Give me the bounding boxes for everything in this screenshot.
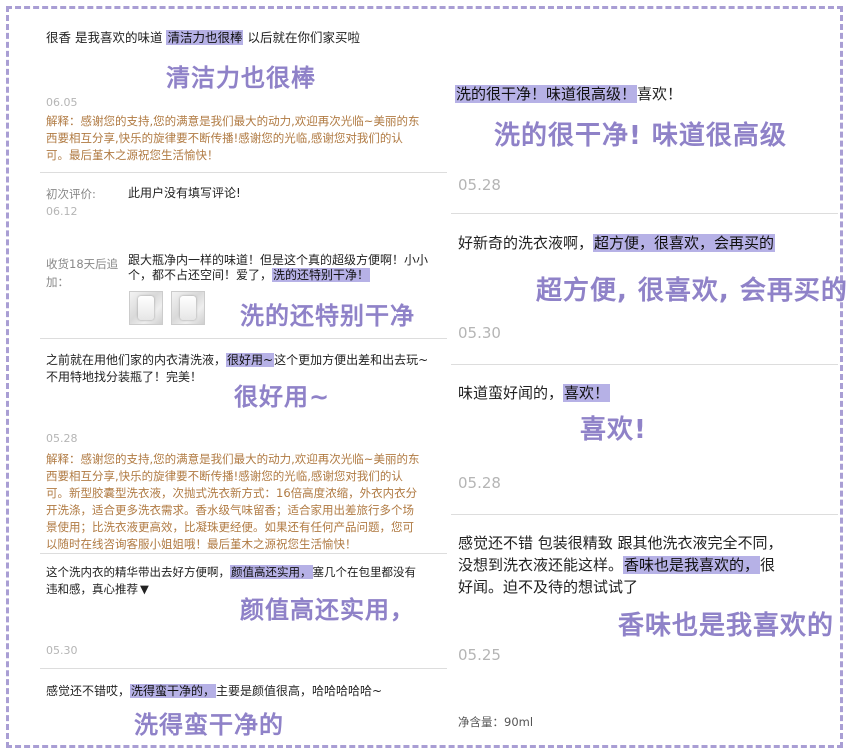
review-5-text: 感觉还不错哎，洗得蛮干净的，主要是颜值很高，哈哈哈哈哈~ [46,682,382,700]
append-label-line: 收货18天后追 [46,257,119,271]
review-4-caption: 颜值高还实用， [240,596,415,624]
review-1-text: 很香 是我喜欢的味道 清洁力也很棒 以后就在你们家买啦 [46,29,360,47]
right-review-4-caption: 香味也是我喜欢的 [618,611,835,641]
divider [451,514,838,515]
review-1-reply: 解释：感谢您的支持,您的满意是我们最大的动力,欢迎再次光临~美丽的东 西要相互分… [46,113,419,164]
review-1-date: 06.05 [46,96,78,109]
right-review-4-line-3: 好闻。迫不及待的想试试了 [458,578,639,596]
reply-line: 可。新型胶囊型洗衣液，次抛式洗衣新方式：16倍高度浓缩，外衣内衣分 [46,486,418,500]
right-review-1-highlight: 洗的很干净！味道很高级！ [455,85,638,103]
review-4-line-1: 这个洗内衣的精华带出去好方便啊，颜值高还实用，塞几个在包里都没有 [46,563,416,581]
review-3-highlight: 很好用~ [226,353,275,367]
review-3-caption: 很好用~ [234,383,331,411]
review-1-caption: 清洁力也很棒 [166,64,316,92]
right-review-3-caption: 喜欢! [580,415,647,445]
divider [40,553,447,554]
right-review-2-text: 好新奇的洗衣液啊，超方便，很喜欢，会再买的 [458,232,776,254]
review-4-line-2: 违和感，真心推荐 ▼ [46,580,149,598]
right-review-3-date: 05.28 [458,474,501,492]
right-review-1-caption: 洗的很干净! 味道很高级 [494,121,787,151]
first-review-text: 此用户没有填写评论! [128,186,241,200]
right-review-1-text: 洗的很干净！味道很高级！喜欢！ [455,83,682,105]
reply-line: 以随时在线咨询客服小姐姐哦！最后堇木之源祝您生活愉快！ [46,537,357,551]
right-review-3-highlight: 喜欢！ [563,384,611,402]
review-4-highlight: 颜值高还实用， [230,565,313,579]
right-review-4-line-1: 感觉还不错 包装很精致 跟其他洗衣液完全不同， [458,534,783,552]
reply-line: 西要相互分享,快乐的旋律要不断传播!感谢您的光临,感谢您对我们的认 [46,131,403,145]
review-photo-thumbnail[interactable] [171,291,205,325]
right-review-2-highlight: 超方便，很喜欢，会再买的 [593,234,776,252]
divider [451,213,838,214]
review-5-caption: 洗得蛮干净的 [134,711,284,739]
append-label-line: 加： [46,275,69,289]
review-2-date: 06.12 [46,205,78,218]
reply-line: 景使用；比洗衣液更高效，比凝珠更经便。如果还有任何产品问题，您可 [46,520,414,534]
review-3-line-1-before: 之前就在用他们家的内衣清洗液， [46,353,227,367]
review-3-line-1: 之前就在用他们家的内衣清洗液，很好用~这个更加方便出差和出去玩~ [46,351,428,369]
review-2-caption: 洗的还特别干净 [240,302,415,330]
review-3-reply: 解释：感谢您的支持,您的满意是我们最大的动力,欢迎再次光临~美丽的东 西要相互分… [46,451,419,553]
review-4-line-1-after: 塞几个在包里都没有 [312,565,417,579]
divider [40,338,447,339]
right-review-2-text-before: 好新奇的洗衣液啊， [458,234,594,252]
product-spec: 净含量：90ml [458,715,534,729]
review-5-text-after: 主要是颜值很高，哈哈哈哈哈~ [216,684,383,698]
review-3-line-1-after: 这个更加方便出差和出去玩~ [274,353,429,367]
divider [40,172,447,173]
thumbs-up-icon: ▼ [140,582,149,596]
review-1-highlight: 清洁力也很棒 [166,30,244,45]
reply-line: 开洗涤，适合更多洗衣需求。香水级气味留香；适合家用出差旅行多个场 [46,503,414,517]
review-3-line-2: 不用特地找分装瓶了！完美！ [46,370,203,384]
right-review-3-text-before: 味道蛮好闻的， [458,384,564,402]
append-review-label: 收货18天后追 加： [46,255,118,291]
right-review-3-text: 味道蛮好闻的，喜欢！ [458,382,611,404]
review-3-date: 05.28 [46,432,78,445]
right-review-4-line-2-after: 很 [760,556,776,574]
review-2-line-2: 个，都不占还空间！爱了，洗的还特别干净！ [128,266,371,284]
right-review-2-caption: 超方便, 很喜欢, 会再买的 [536,276,848,306]
review-1-text-after: 以后就在你们家买啦 [243,30,360,45]
divider [40,668,447,669]
right-review-4-highlight: 香味也是我喜欢的， [623,556,761,574]
reply-line: 解释：感谢您的支持,您的满意是我们最大的动力,欢迎再次光临~美丽的东 [46,452,420,466]
review-2-highlight: 洗的还特别干净！ [272,268,371,282]
review-2-line-2-before: 个，都不占还空间！爱了， [128,268,273,282]
right-review-4-date: 05.25 [458,646,501,664]
first-review-label: 初次评价: [46,187,96,201]
right-review-1-date: 05.28 [458,176,501,194]
review-4-date: 05.30 [46,644,78,657]
product-image [180,296,196,320]
reply-line: 可。最后堇木之源祝您生活愉快！ [46,148,219,162]
review-1-text-before: 很香 是我喜欢的味道 [46,30,167,45]
review-5-text-before: 感觉还不错哎， [46,684,131,698]
reply-line: 解释：感谢您的支持,您的满意是我们最大的动力,欢迎再次光临~美丽的东 [46,114,420,128]
review-photo-thumbnail[interactable] [129,291,163,325]
review-5-highlight: 洗得蛮干净的， [130,684,217,698]
review-4-line-1-before: 这个洗内衣的精华带出去好方便啊， [46,565,230,579]
reply-line: 西要相互分享,快乐的旋律要不断传播!感谢您的光临,感谢您对我们的认 [46,469,403,483]
right-review-4-line-2: 没想到洗衣液还能这样。香味也是我喜欢的，很 [458,554,775,576]
review-4-line-2-text: 违和感，真心推荐 [46,582,138,596]
right-review-4-line-2-before: 没想到洗衣液还能这样。 [458,556,624,574]
right-review-1-text-after: 喜欢！ [637,85,683,103]
divider [451,364,838,365]
right-review-2-date: 05.30 [458,324,501,342]
product-image [138,296,154,320]
